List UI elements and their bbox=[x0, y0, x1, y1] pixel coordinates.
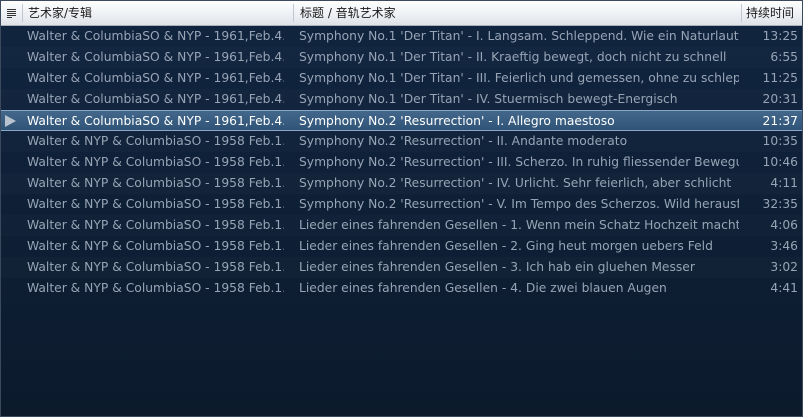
track-artist-album: Walter & ColumbiaSO & NYP - 1961,Feb.4..… bbox=[27, 29, 284, 43]
track-duration: 13:25 bbox=[762, 29, 798, 43]
track-artist-album: Walter & NYP & ColumbiaSO - 1958 Feb.1..… bbox=[27, 155, 284, 169]
track-row-playing[interactable]: Walter & ColumbiaSO & NYP - 1961,Feb.4..… bbox=[1, 110, 802, 131]
playlist-icon bbox=[6, 8, 16, 19]
track-artist-album: Walter & ColumbiaSO & NYP - 1961,Feb.4..… bbox=[27, 114, 284, 128]
track-artist-album: Walter & NYP & ColumbiaSO - 1958 Feb.1..… bbox=[27, 239, 284, 253]
track-row[interactable]: Walter & NYP & ColumbiaSO - 1958 Feb.1..… bbox=[1, 257, 802, 278]
track-artist-album: Walter & ColumbiaSO & NYP - 1961,Feb.4..… bbox=[27, 71, 284, 85]
column-header-title-track-artist[interactable]: 标题 / 音轨艺术家 bbox=[300, 1, 740, 25]
track-title: Symphony No.2 'Resurrection' - II. Andan… bbox=[299, 134, 628, 148]
track-list: Walter & ColumbiaSO & NYP - 1961,Feb.4..… bbox=[1, 26, 802, 299]
track-row[interactable]: Walter & ColumbiaSO & NYP - 1961,Feb.4..… bbox=[1, 68, 802, 89]
track-title: Symphony No.2 'Resurrection' - IV. Urlic… bbox=[299, 176, 732, 190]
track-duration: 10:35 bbox=[762, 134, 798, 148]
track-artist-album: Walter & NYP & ColumbiaSO - 1958 Feb.1..… bbox=[27, 197, 284, 211]
track-duration: 3:02 bbox=[770, 260, 798, 274]
track-artist-album: Walter & ColumbiaSO & NYP - 1961,Feb.4..… bbox=[27, 50, 284, 64]
track-duration: 32:35 bbox=[762, 197, 798, 211]
column-icon-header[interactable] bbox=[1, 1, 21, 25]
playlist-view: 艺术家/专辑 标题 / 音轨艺术家 持续时间 Walter & Columbia… bbox=[0, 0, 803, 417]
track-title: Symphony No.1 'Der Titan' - IV. Stuermis… bbox=[299, 92, 678, 106]
column-divider[interactable] bbox=[741, 4, 742, 22]
track-duration: 20:31 bbox=[762, 92, 798, 106]
track-duration: 21:37 bbox=[762, 114, 798, 128]
track-title: Symphony No.1 'Der Titan' - II. Kraeftig… bbox=[299, 50, 727, 64]
track-duration: 10:46 bbox=[762, 155, 798, 169]
track-title: Symphony No.1 'Der Titan' - III. Feierli… bbox=[299, 71, 739, 85]
track-title: Lieder eines fahrenden Gesellen - 1. Wen… bbox=[299, 218, 739, 232]
column-divider[interactable] bbox=[293, 4, 294, 22]
track-artist-album: Walter & NYP & ColumbiaSO - 1958 Feb.1..… bbox=[27, 218, 284, 232]
track-row[interactable]: Walter & NYP & ColumbiaSO - 1958 Feb.1..… bbox=[1, 173, 802, 194]
track-row[interactable]: Walter & NYP & ColumbiaSO - 1958 Feb.1..… bbox=[1, 278, 802, 299]
track-duration: 4:06 bbox=[770, 218, 798, 232]
track-row[interactable]: Walter & NYP & ColumbiaSO - 1958 Feb.1..… bbox=[1, 236, 802, 257]
playing-indicator bbox=[5, 111, 21, 133]
track-row[interactable]: Walter & NYP & ColumbiaSO - 1958 Feb.1..… bbox=[1, 194, 802, 215]
track-title: Lieder eines fahrenden Gesellen - 4. Die… bbox=[299, 281, 667, 295]
track-row[interactable]: Walter & NYP & ColumbiaSO - 1958 Feb.1..… bbox=[1, 215, 802, 236]
track-title: Symphony No.1 'Der Titan' - I. Langsam. … bbox=[299, 29, 739, 43]
column-header-duration[interactable]: 持续时间 bbox=[746, 1, 802, 25]
track-row[interactable]: Walter & ColumbiaSO & NYP - 1961,Feb.4..… bbox=[1, 47, 802, 68]
track-duration: 11:25 bbox=[762, 71, 798, 85]
column-divider[interactable] bbox=[22, 4, 23, 22]
track-row[interactable]: Walter & ColumbiaSO & NYP - 1961,Feb.4..… bbox=[1, 89, 802, 110]
track-artist-album: Walter & NYP & ColumbiaSO - 1958 Feb.1..… bbox=[27, 176, 284, 190]
track-title: Lieder eines fahrenden Gesellen - 2. Gin… bbox=[299, 239, 713, 253]
track-row[interactable]: Walter & NYP & ColumbiaSO - 1958 Feb.1..… bbox=[1, 131, 802, 152]
column-header: 艺术家/专辑 标题 / 音轨艺术家 持续时间 bbox=[1, 1, 802, 26]
column-header-artist-album[interactable]: 艺术家/专辑 bbox=[28, 1, 293, 25]
track-artist-album: Walter & NYP & ColumbiaSO - 1958 Feb.1..… bbox=[27, 281, 284, 295]
track-title: Symphony No.2 'Resurrection' - III. Sche… bbox=[299, 155, 739, 169]
track-artist-album: Walter & NYP & ColumbiaSO - 1958 Feb.1..… bbox=[27, 134, 284, 148]
track-title: Lieder eines fahrenden Gesellen - 3. Ich… bbox=[299, 260, 695, 274]
track-title: Symphony No.2 'Resurrection' - I. Allegr… bbox=[299, 114, 615, 128]
track-artist-album: Walter & ColumbiaSO & NYP - 1961,Feb.4..… bbox=[27, 92, 284, 106]
track-title: Symphony No.2 'Resurrection' - V. Im Tem… bbox=[299, 197, 739, 211]
play-icon bbox=[5, 115, 16, 127]
track-duration: 4:11 bbox=[770, 176, 798, 190]
track-duration: 6:55 bbox=[770, 50, 798, 64]
track-row[interactable]: Walter & NYP & ColumbiaSO - 1958 Feb.1..… bbox=[1, 152, 802, 173]
track-artist-album: Walter & NYP & ColumbiaSO - 1958 Feb.1..… bbox=[27, 260, 284, 274]
track-row[interactable]: Walter & ColumbiaSO & NYP - 1961,Feb.4..… bbox=[1, 26, 802, 47]
track-duration: 4:41 bbox=[770, 281, 798, 295]
track-duration: 3:46 bbox=[770, 239, 798, 253]
